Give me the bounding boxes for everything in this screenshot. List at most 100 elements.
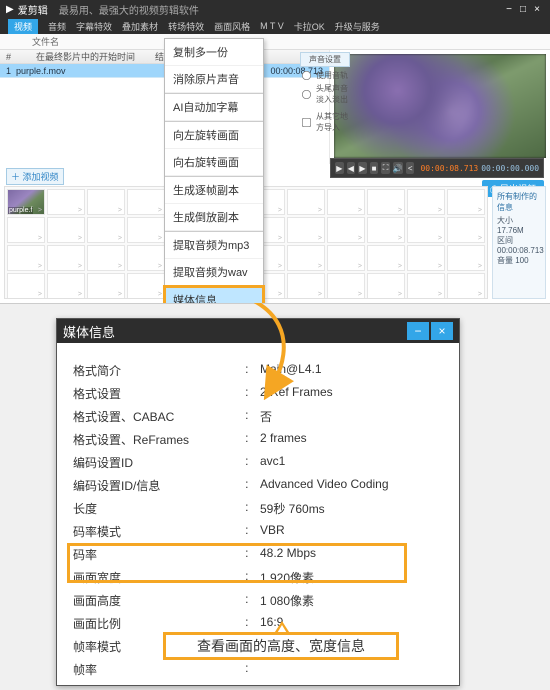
callout-text: 查看画面的高度、宽度信息: [197, 636, 365, 656]
ctx-mute[interactable]: 消除原片声音: [165, 66, 263, 93]
opt-import-check[interactable]: [302, 117, 311, 126]
info-key: 画面宽度: [71, 566, 236, 589]
info-key: 画面高度: [71, 589, 236, 612]
info-key: 格式设置、CABAC: [71, 405, 236, 428]
timeline-cell[interactable]: [87, 217, 125, 243]
timeline-cell[interactable]: [447, 245, 485, 271]
ci-dur-v: 00:00:08.713: [497, 246, 544, 255]
info-value: 59秒 760ms: [258, 497, 445, 520]
timeline-cell[interactable]: [7, 217, 45, 243]
timeline-cell[interactable]: [447, 273, 485, 299]
timeline-cell[interactable]: [367, 189, 405, 215]
ctx-rotate-r[interactable]: 向右旋转画面: [165, 149, 263, 176]
filelist-hdr-start[interactable]: 在最终影片中的开始时间: [36, 50, 135, 63]
app-menubar: 视频 音频 字幕特效 叠加素材 转场特效 画面风格 M T V 卡拉OK 升级与…: [0, 18, 550, 34]
timeline-cell[interactable]: [327, 217, 365, 243]
info-key: 色彩空间: [71, 681, 236, 685]
timeline-cell[interactable]: [47, 273, 85, 299]
ctx-ai-sub[interactable]: AI自动加字幕: [165, 94, 263, 121]
preview-pane: [330, 50, 550, 164]
tab-audio[interactable]: 音频: [48, 20, 66, 33]
thumb-label: purple.f: [8, 207, 33, 214]
info-key: 码率模式: [71, 520, 236, 543]
timeline-cell[interactable]: [7, 273, 45, 299]
info-key: 编码设置ID: [71, 451, 236, 474]
timeline-cell[interactable]: [367, 245, 405, 271]
timeline-cell[interactable]: [327, 245, 365, 271]
fullscreen-icon[interactable]: ⛶: [381, 162, 390, 174]
timeline-cell[interactable]: [127, 273, 165, 299]
timeline-cell[interactable]: [287, 217, 325, 243]
ctx-gen-fwd[interactable]: 生成逐帧副本: [165, 177, 263, 204]
file-row-name: purple.f.mov: [16, 66, 66, 76]
opt-fade-label: 头尾声音淡入淡出: [316, 83, 350, 105]
tab-karaoke[interactable]: 卡拉OK: [294, 20, 325, 33]
next-frame-icon[interactable]: ▶: [358, 162, 367, 174]
ctx-media-info[interactable]: 媒体信息: [165, 287, 263, 304]
timeline-cell[interactable]: [87, 189, 125, 215]
transport-time: 00:00:08.713: [420, 164, 478, 173]
window-maximize-icon[interactable]: □: [516, 4, 530, 15]
opt-use-track-radio[interactable]: [302, 71, 311, 80]
ctx-rotate-l[interactable]: 向左旋转画面: [165, 122, 263, 149]
timeline-cell[interactable]: [87, 273, 125, 299]
volume-icon[interactable]: 🔊: [393, 162, 403, 174]
timeline-cell[interactable]: [367, 273, 405, 299]
timeline-cell[interactable]: [47, 217, 85, 243]
timeline-cell[interactable]: [127, 189, 165, 215]
tab-subtitle[interactable]: 字幕特效: [76, 20, 112, 33]
play-icon[interactable]: ▶: [335, 162, 344, 174]
timeline-cell[interactable]: [407, 245, 445, 271]
timeline-cell[interactable]: [287, 245, 325, 271]
dialog-close-icon[interactable]: ×: [431, 322, 453, 340]
callout-box: 查看画面的高度、宽度信息: [163, 632, 399, 660]
tab-transition[interactable]: 转场特效: [168, 20, 204, 33]
info-value: Advanced Video Coding: [258, 474, 445, 497]
timeline-cell[interactable]: [407, 273, 445, 299]
info-colon: :: [236, 543, 258, 566]
transport-bar: ▶ ◀ ▶ ■ ⛶ 🔊 < 00:00:08.713 00:00:00.000: [330, 158, 544, 178]
timeline-cell[interactable]: [367, 217, 405, 243]
info-row: 编码设置ID/信息:Advanced Video Coding: [71, 474, 445, 497]
opt-fade-radio[interactable]: [302, 89, 311, 98]
timeline-cell[interactable]: [47, 189, 85, 215]
tab-mtv[interactable]: M T V: [260, 21, 284, 31]
add-material-button[interactable]: ＋ 添加视频: [6, 168, 64, 185]
tab-overlay[interactable]: 叠加素材: [122, 20, 158, 33]
app-logo-icon: ▶: [6, 4, 14, 15]
info-key: 格式设置、ReFrames: [71, 428, 236, 451]
tab-video[interactable]: 视频: [8, 19, 38, 34]
timeline-cell[interactable]: [127, 217, 165, 243]
timeline-cell[interactable]: [127, 245, 165, 271]
timeline-cell[interactable]: [47, 245, 85, 271]
timeline-cell[interactable]: [87, 245, 125, 271]
timeline-cell[interactable]: [327, 189, 365, 215]
ctx-ext-mp3[interactable]: 提取音频为mp3: [165, 232, 263, 259]
timeline-cell[interactable]: [407, 189, 445, 215]
info-colon: :: [236, 589, 258, 612]
timeline-cell[interactable]: [327, 273, 365, 299]
ctx-gen-rev[interactable]: 生成倒放副本: [165, 204, 263, 231]
timeline-cell[interactable]: [447, 217, 485, 243]
window-minimize-icon[interactable]: −: [502, 4, 516, 15]
ctx-copy[interactable]: 复制多一份: [165, 39, 263, 66]
timeline-cell[interactable]: [407, 217, 445, 243]
clip-info-panel: 所有制作的信息 大小 17.76M 区间 00:00:08.713 音量 100: [492, 186, 546, 299]
stop-icon[interactable]: ■: [370, 162, 379, 174]
timeline-cell[interactable]: [7, 245, 45, 271]
timeline-cell[interactable]: [287, 189, 325, 215]
share-icon[interactable]: <: [406, 162, 415, 174]
dialog-minimize-icon[interactable]: −: [407, 322, 429, 340]
tab-style[interactable]: 画面风格: [214, 20, 250, 33]
timeline-cell[interactable]: [447, 189, 485, 215]
opt-import-label: 从其它地方导入: [316, 111, 350, 133]
video-preview[interactable]: [334, 54, 546, 158]
add-material-label: 添加视频: [23, 172, 59, 182]
timeline-cell[interactable]: purple.f: [7, 189, 45, 215]
prev-frame-icon[interactable]: ◀: [347, 162, 356, 174]
window-close-icon[interactable]: ×: [530, 4, 544, 15]
tab-upgrade[interactable]: 升级与服务: [335, 20, 380, 33]
sound-options-panel: 声音设置 使用音轨 头尾声音淡入淡出 从其它地方导入: [300, 52, 350, 162]
info-row: 格式设置、CABAC:否: [71, 405, 445, 428]
ctx-ext-wav[interactable]: 提取音频为wav: [165, 259, 263, 286]
